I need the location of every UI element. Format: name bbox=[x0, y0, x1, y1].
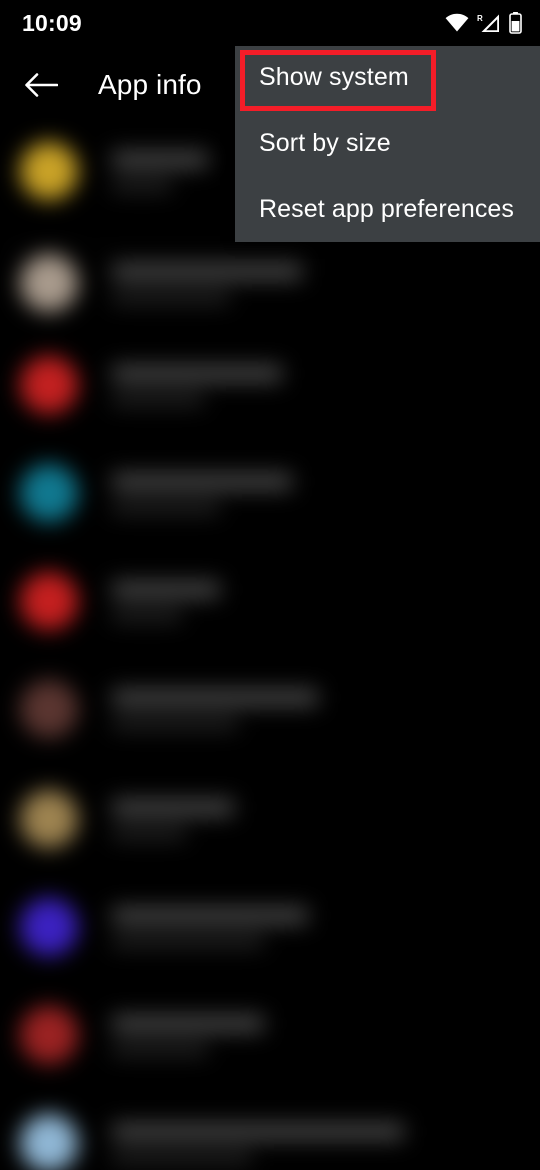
status-bar-clock: 10:09 bbox=[22, 9, 82, 36]
app-name-placeholder bbox=[112, 1014, 264, 1032]
app-name-placeholder bbox=[112, 798, 234, 816]
app-icon bbox=[20, 680, 78, 738]
app-row-text bbox=[112, 150, 208, 192]
app-size-placeholder bbox=[112, 500, 220, 514]
app-icon bbox=[20, 1114, 78, 1170]
app-icon bbox=[20, 254, 78, 312]
battery-icon bbox=[509, 12, 522, 34]
menu-item-label: Reset app preferences bbox=[259, 194, 515, 223]
back-button[interactable] bbox=[12, 56, 70, 114]
status-bar: 10:09 R bbox=[0, 0, 540, 46]
list-item[interactable] bbox=[0, 356, 540, 414]
list-item[interactable] bbox=[0, 680, 540, 738]
list-item[interactable] bbox=[0, 790, 540, 848]
app-size-placeholder bbox=[112, 178, 172, 192]
app-size-placeholder bbox=[112, 716, 238, 730]
app-size-placeholder bbox=[112, 392, 204, 406]
app-row-text bbox=[112, 364, 282, 406]
app-name-placeholder bbox=[112, 1122, 404, 1140]
app-icon bbox=[20, 356, 78, 414]
arrow-left-icon bbox=[24, 70, 58, 100]
menu-item-show-system[interactable]: Show system bbox=[235, 44, 540, 110]
app-row-text bbox=[112, 262, 302, 304]
menu-item-sort-by-size[interactable]: Sort by size bbox=[235, 110, 540, 176]
app-row-text bbox=[112, 798, 234, 840]
menu-item-reset-app-preferences[interactable]: Reset app preferences bbox=[235, 176, 540, 242]
app-size-placeholder bbox=[112, 1150, 252, 1164]
app-row-text bbox=[112, 906, 308, 948]
app-size-placeholder bbox=[112, 608, 182, 622]
app-icon bbox=[20, 464, 78, 522]
list-item[interactable] bbox=[0, 1114, 540, 1170]
menu-item-label: Show system bbox=[259, 62, 409, 91]
list-item[interactable] bbox=[0, 898, 540, 956]
app-name-placeholder bbox=[112, 262, 302, 280]
cellular-signal-roaming-icon: R bbox=[476, 13, 502, 34]
overflow-menu[interactable]: Show system Sort by size Reset app prefe… bbox=[235, 44, 540, 242]
svg-text:R: R bbox=[477, 14, 483, 23]
app-icon bbox=[20, 790, 78, 848]
app-icon bbox=[20, 142, 78, 200]
app-row-text bbox=[112, 1122, 404, 1164]
app-row-text bbox=[112, 1014, 264, 1056]
status-bar-icons: R bbox=[445, 12, 522, 34]
app-size-placeholder bbox=[112, 290, 230, 304]
wifi-icon bbox=[445, 13, 469, 33]
app-name-placeholder bbox=[112, 150, 208, 168]
app-size-placeholder bbox=[112, 934, 264, 948]
list-item[interactable] bbox=[0, 1006, 540, 1064]
list-item[interactable] bbox=[0, 464, 540, 522]
page-title: App info bbox=[98, 69, 202, 100]
list-divider bbox=[0, 246, 540, 247]
list-item[interactable] bbox=[0, 254, 540, 312]
app-name-placeholder bbox=[112, 906, 308, 924]
app-icon bbox=[20, 1006, 78, 1064]
app-name-placeholder bbox=[112, 688, 318, 706]
app-info-list[interactable] bbox=[0, 124, 540, 1170]
menu-item-label: Sort by size bbox=[259, 128, 391, 157]
app-size-placeholder bbox=[112, 1042, 208, 1056]
app-size-placeholder bbox=[112, 826, 186, 840]
app-row-text bbox=[112, 472, 292, 514]
app-name-placeholder bbox=[112, 580, 220, 598]
list-item[interactable] bbox=[0, 572, 540, 630]
app-row-text bbox=[112, 688, 318, 730]
app-name-placeholder bbox=[112, 472, 292, 490]
app-row-text bbox=[112, 580, 220, 622]
app-icon bbox=[20, 898, 78, 956]
app-name-placeholder bbox=[112, 364, 282, 382]
app-icon bbox=[20, 572, 78, 630]
